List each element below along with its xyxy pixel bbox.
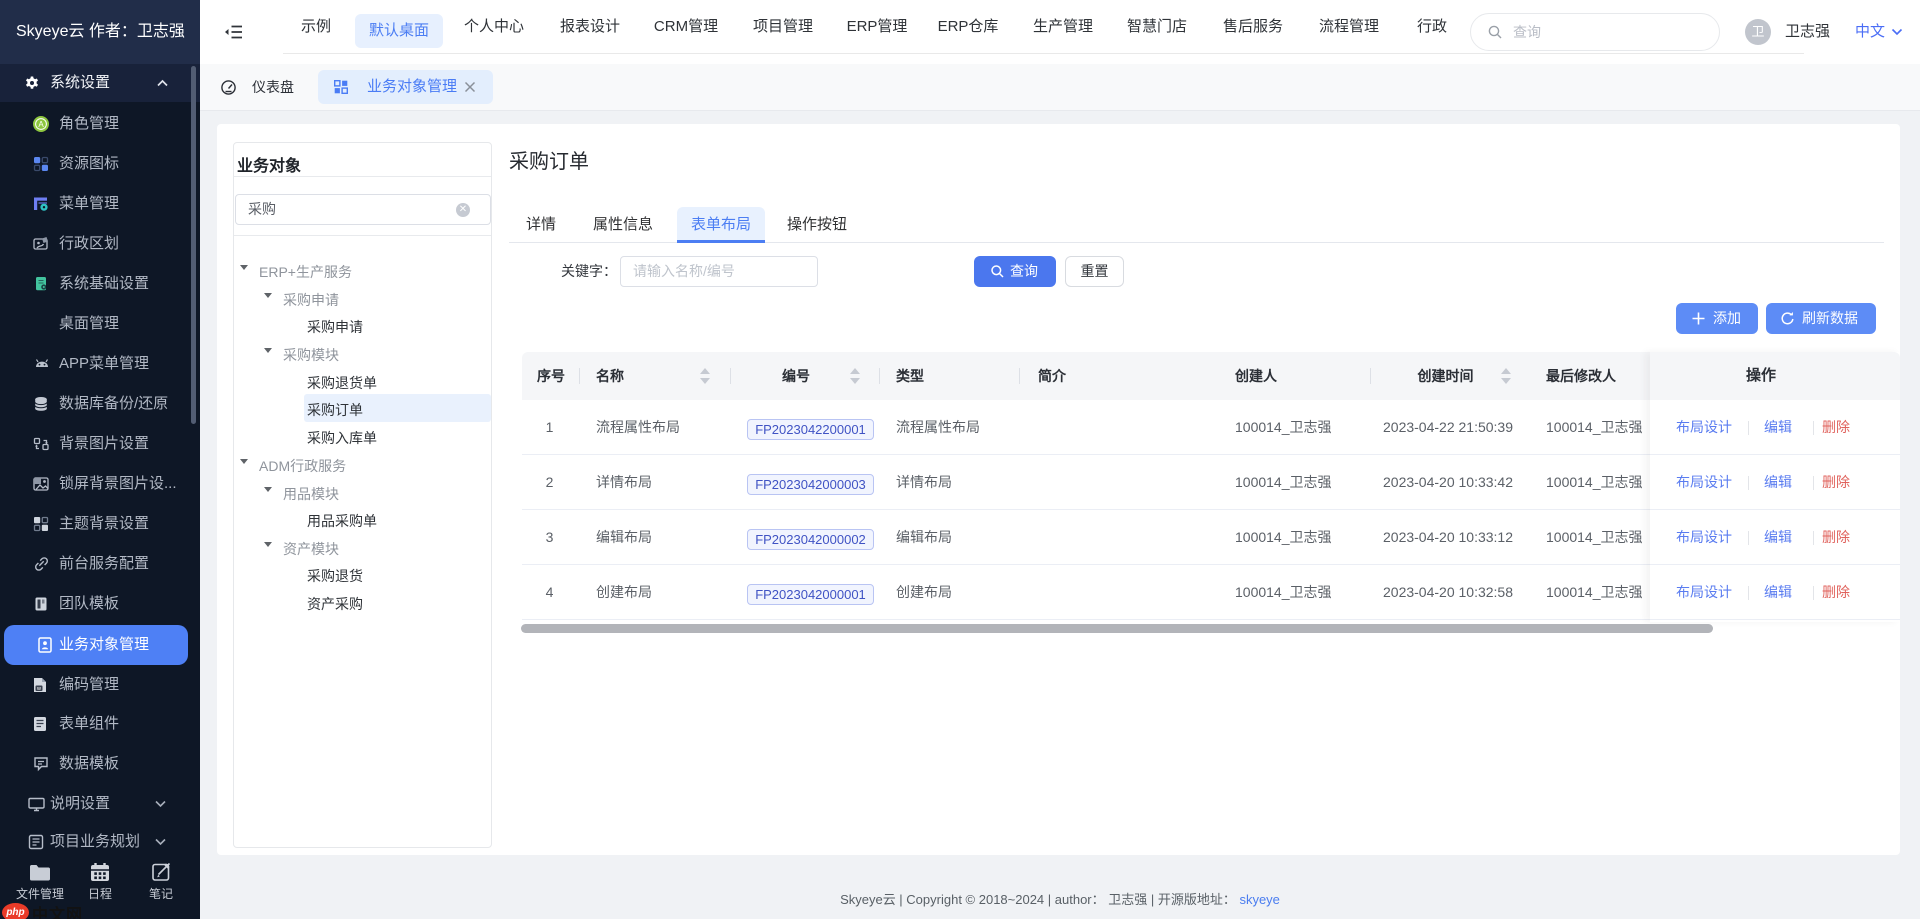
svg-text:A: A xyxy=(38,120,44,129)
svg-text:w: w xyxy=(36,686,41,692)
